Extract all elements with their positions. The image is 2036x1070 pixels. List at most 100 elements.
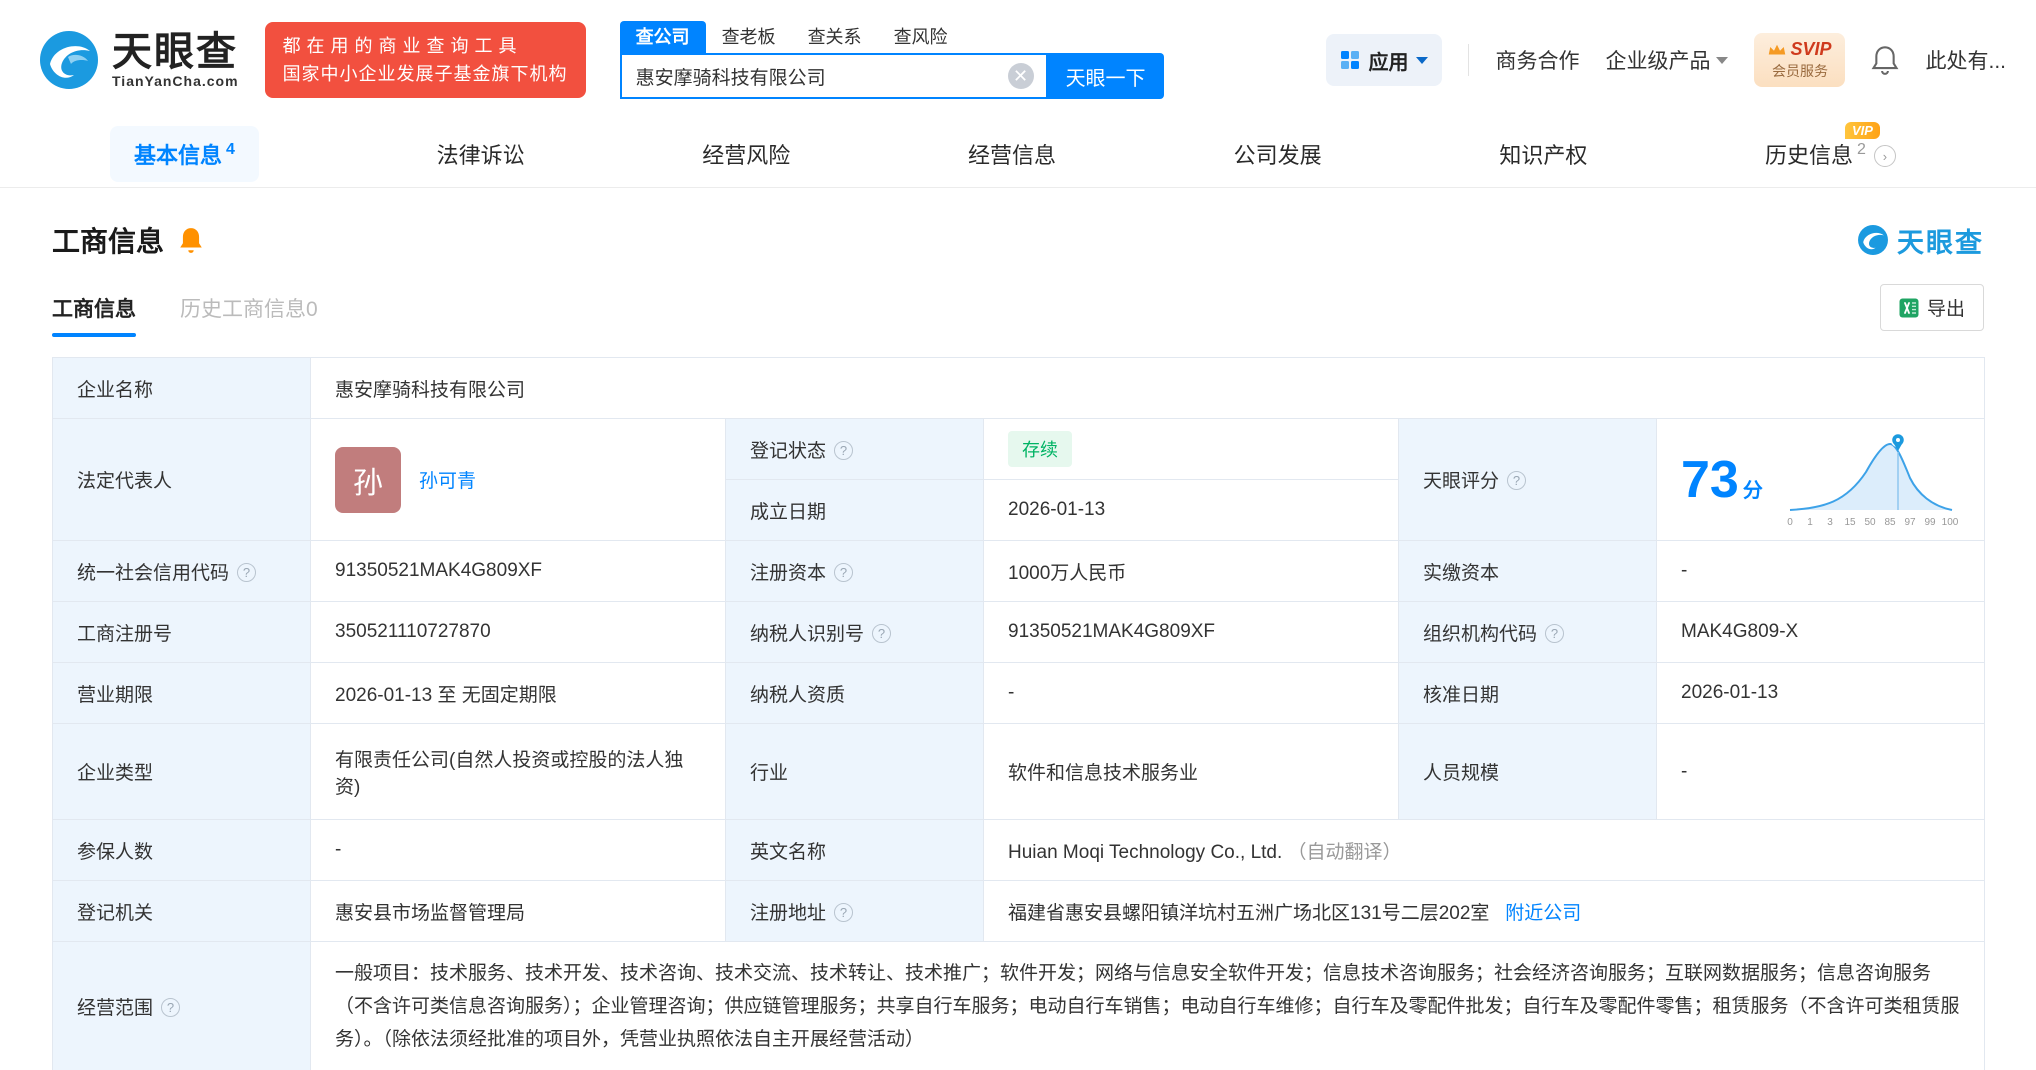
search-box: ✕ [619,53,1048,99]
brand-logo-icon [40,31,98,89]
search-tab-company[interactable]: 查公司 [619,21,706,53]
taxpayer-id-label: 纳税人识别号? [725,601,984,663]
tab-badge: 2 [1857,141,1866,159]
search-input[interactable] [621,65,1008,87]
svg-text:0: 0 [1787,517,1793,528]
svg-text:97: 97 [1904,517,1916,528]
avatar[interactable]: 孙 [335,446,401,513]
business-term-label: 营业期限 [52,662,311,724]
tab-intellectual-property[interactable]: 知识产权 [1499,138,1587,170]
status-badge: 存续 [1008,431,1072,467]
main-content: 工商信息 天眼查 工商信息 历史工商信息0 导出 企业名称 惠安摩骑科技有限公司… [0,220,2036,1070]
tab-label: 经营风险 [702,142,791,168]
tab-label: 公司发展 [1233,142,1322,168]
export-button[interactable]: 导出 [1879,284,1984,331]
help-icon[interactable]: ? [872,623,892,643]
establish-date-label: 成立日期 [725,479,984,541]
more-menu[interactable]: 此处有... [1925,45,2006,75]
business-info-table: 企业名称 惠安摩骑科技有限公司 法定代表人 孙 孙可青 登记状态? 存续 天眼评… [52,357,1986,1070]
legal-rep-link[interactable]: 孙可青 [419,466,476,493]
enterprise-label: 企业级产品 [1605,50,1711,73]
subtab-business-info[interactable]: 工商信息 [52,293,136,337]
search-tab-boss[interactable]: 查老板 [706,21,792,53]
crown-icon [1769,44,1786,54]
notification-bell-icon[interactable] [1871,45,1899,75]
apps-grid-icon [1341,51,1360,69]
industry-label: 行业 [725,723,984,820]
approval-date-label: 核准日期 [1398,662,1657,724]
taxpayer-quality-label: 纳税人资质 [725,662,984,724]
tab-operation-info[interactable]: 经营信息 [968,138,1056,170]
svip-subtitle: 会员服务 [1771,63,1828,79]
search-button[interactable]: 天眼一下 [1047,53,1164,99]
divider [1468,44,1470,76]
search-tab-risk[interactable]: 查风险 [878,21,964,53]
company-type-label: 企业类型 [52,723,311,820]
table-row: 登记机关 惠安县市场监督管理局 注册地址? 福建省惠安县螺阳镇洋坑村五洲广场北区… [52,880,1986,942]
english-name-label: 英文名称 [725,819,984,881]
tab-history-info[interactable]: VIP 历史信息 2 › [1765,121,1896,170]
vip-tag: VIP [1844,121,1880,139]
excel-icon [1899,298,1919,317]
search-tab-relation[interactable]: 查关系 [792,21,878,53]
company-name-label: 企业名称 [52,357,311,419]
tab-operation-risk[interactable]: 经营风险 [702,138,790,170]
svg-text:99: 99 [1924,517,1936,528]
enterprise-link[interactable]: 企业级产品 [1605,45,1729,75]
header-right: 应用 商务合作 企业级产品 SVIP 会员服务 此处有... [1326,0,2006,120]
svip-badge[interactable]: SVIP 会员服务 [1754,33,1846,87]
help-icon[interactable]: ? [834,440,854,460]
help-icon[interactable]: ? [1545,623,1565,643]
insured-count-label: 参保人数 [52,819,311,881]
tab-company-development[interactable]: 公司发展 [1234,138,1322,170]
search-tabs: 查公司 查老板 查关系 查风险 [619,21,1164,53]
search-area: 查公司 查老板 查关系 查风险 ✕ 天眼一下 [619,21,1164,99]
help-icon[interactable]: ? [834,562,854,582]
tab-basic-info[interactable]: 基本信息 4 [110,125,259,182]
tab-legal-litigation[interactable]: 法律诉讼 [437,138,525,170]
help-icon[interactable]: ? [834,902,854,922]
header: 天眼查 TianYanCha.com 都在用的商业查询工具 国家中小企业发展子基… [0,0,2036,120]
brand-logo[interactable]: 天眼查 TianYanCha.com [38,29,239,91]
score-number[interactable]: 73 分 [1681,450,1763,510]
help-icon[interactable]: ? [1507,471,1527,490]
section-title: 工商信息 [52,226,165,257]
cooperation-link[interactable]: 商务合作 [1495,45,1579,75]
svg-text:50: 50 [1864,517,1876,528]
history-circle-icon: › [1873,145,1896,167]
reg-status-value: 存续 [983,418,1399,480]
table-row: 营业期限 2026-01-13 至 无固定期限 纳税人资质 - 核准日期 202… [52,662,1986,724]
apps-button[interactable]: 应用 [1326,34,1443,86]
staff-size-value: - [1655,723,1986,820]
promo-line1: 都在用的商业查询工具 [282,36,523,56]
help-icon[interactable]: ? [161,998,181,1017]
approval-date-value: 2026-01-13 [1655,662,1986,724]
apps-label: 应用 [1368,51,1409,74]
subscribe-bell-icon[interactable] [178,226,204,254]
paid-capital-value: - [1655,540,1986,602]
legal-rep-value: 孙 孙可青 [310,418,726,541]
clear-icon[interactable]: ✕ [1007,63,1034,89]
table-row: 法定代表人 孙 孙可青 登记状态? 存续 天眼评分? 73 分 0 1 3 15… [52,418,1986,541]
reg-capital-label: 注册资本? [725,540,984,602]
industry-value: 软件和信息技术服务业 [983,723,1399,820]
table-row: 企业类型 有限责任公司(自然人投资或控股的法人独资) 行业 软件和信息技术服务业… [52,723,1986,820]
business-scope-value: 一般项目：技术服务、技术开发、技术咨询、技术交流、技术转让、技术推广；软件开发；… [309,941,1986,1070]
reg-authority-label: 登记机关 [52,880,311,942]
export-label: 导出 [1926,299,1965,320]
promo-line2: 国家中小企业发展子基金旗下机构 [282,64,568,84]
tab-badge: 4 [226,141,235,159]
table-row: 企业名称 惠安摩骑科技有限公司 [52,357,1986,419]
tab-label: 法律诉讼 [436,142,525,168]
caret-down-icon [1416,56,1429,64]
help-icon[interactable]: ? [237,562,257,582]
english-name-value: Huian Moqi Technology Co., Ltd. （自动翻译） [982,819,1986,881]
table-row: 工商注册号 350521110727870 纳税人识别号? 91350521MA… [52,601,1986,663]
table-row: 参保人数 - 英文名称 Huian Moqi Technology Co., L… [52,819,1986,881]
tyc-logo-icon [1858,225,1888,255]
subtab-history-business-info[interactable]: 历史工商信息0 [180,293,318,337]
nearby-companies-link[interactable]: 附近公司 [1505,903,1581,924]
org-code-label: 组织机构代码? [1398,601,1657,663]
legal-rep-label: 法定代表人 [52,418,311,541]
credit-code-label: 统一社会信用代码? [52,540,311,602]
